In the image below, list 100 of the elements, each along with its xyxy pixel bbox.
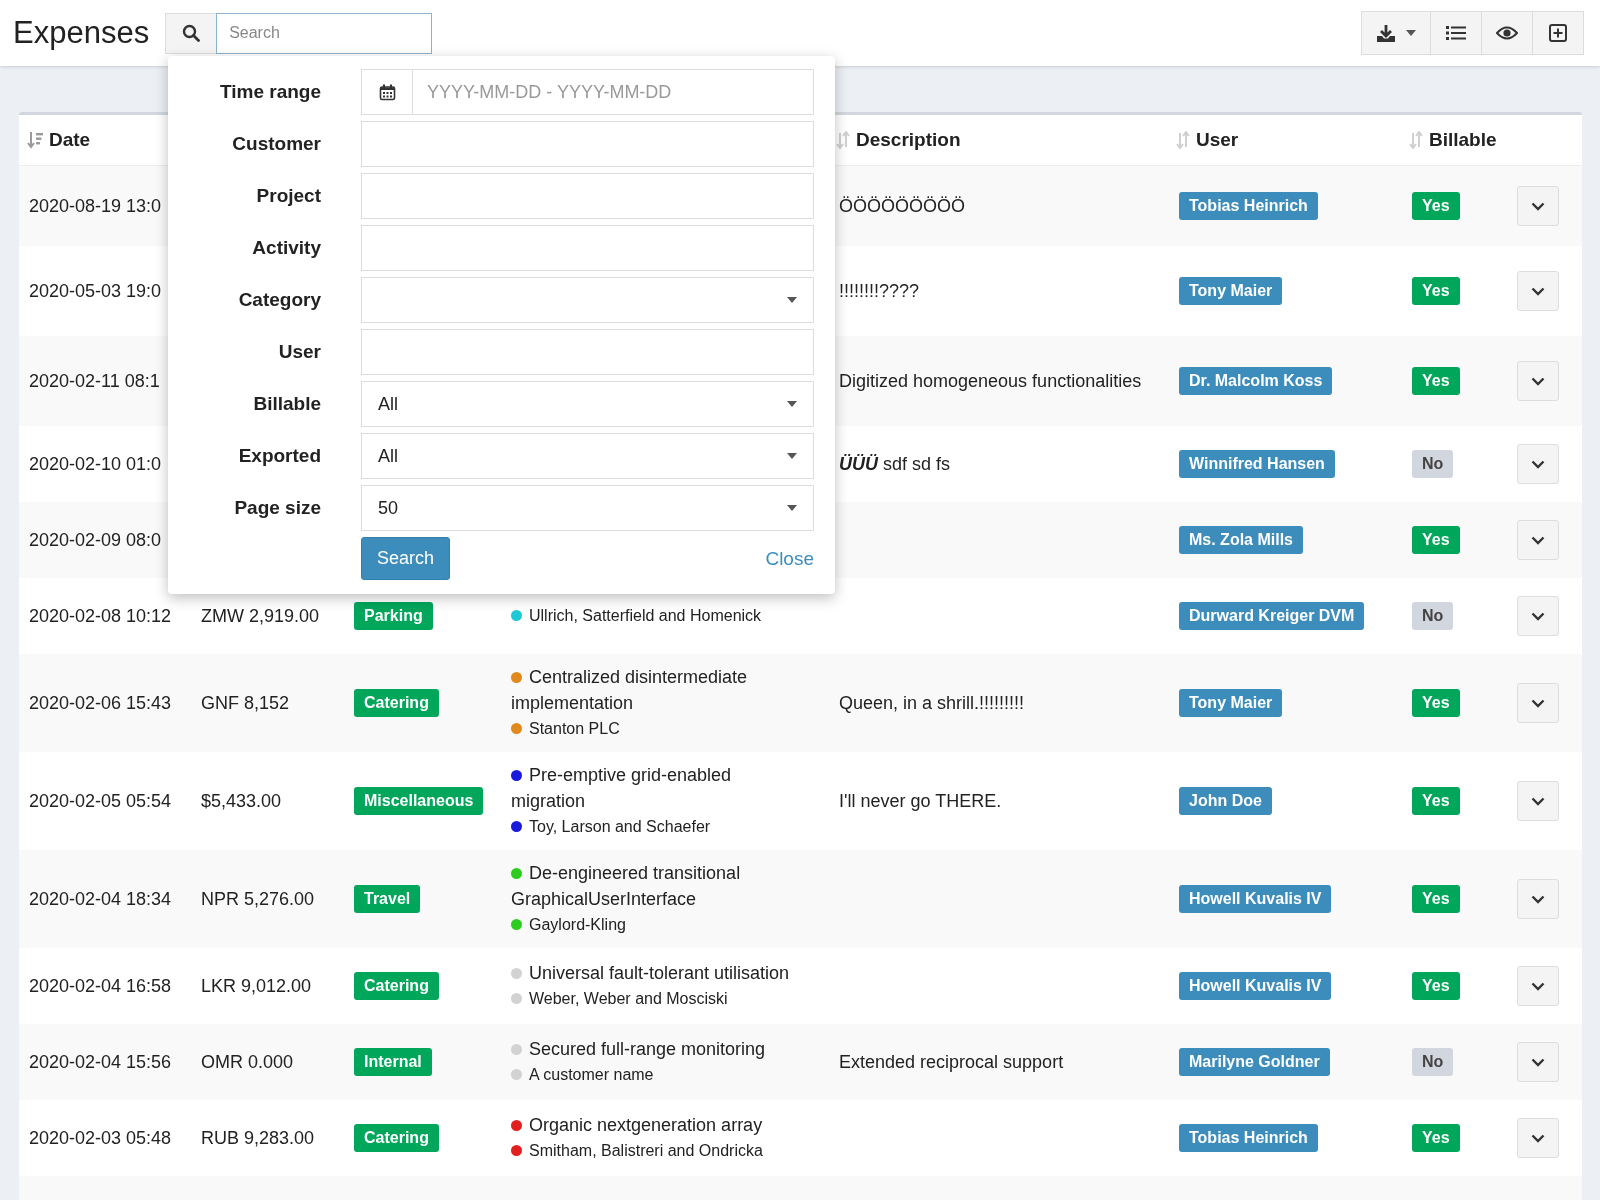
description-text: ÖÖÖÖÖÖÖÖÖ [839, 195, 965, 217]
visibility-button[interactable] [1481, 11, 1533, 55]
select-field[interactable]: All [361, 381, 814, 427]
amount-text: $5,433.00 [201, 790, 282, 812]
row-menu-button[interactable] [1517, 271, 1559, 311]
create-button[interactable] [1532, 11, 1584, 55]
row-menu-button[interactable] [1517, 520, 1559, 560]
description-text: Extended reciprocal support [839, 1051, 1064, 1073]
customer-name: Stanton PLC [529, 720, 620, 737]
field-label: Page size [233, 497, 321, 519]
select-field[interactable]: 50 [361, 485, 814, 531]
date-range-field[interactable]: YYYY-MM-DD - YYYY-MM-DD [361, 69, 814, 115]
select-field[interactable]: All [361, 433, 814, 479]
description-text: I'll never go THERE. [839, 790, 1002, 812]
billable-label: Yes [1412, 689, 1460, 717]
billable-label: No [1412, 450, 1454, 478]
chevron-down-icon [1531, 796, 1545, 806]
customer-name: A customer name [529, 1066, 654, 1083]
field-label: Category [237, 289, 321, 311]
user-label: Marilyne Goldner [1179, 1048, 1330, 1076]
date-text: 2020-02-10 01:0 [29, 453, 162, 475]
caret-icon [1406, 30, 1416, 36]
billable-label: Yes [1412, 972, 1460, 1000]
plus-square-icon [1549, 24, 1567, 42]
project-name: Pre-emptive grid-enabled migration [511, 765, 732, 811]
date-text: 2020-02-04 18:34 [29, 888, 172, 910]
caret-icon [787, 297, 797, 303]
billable-label: Yes [1412, 192, 1460, 220]
row-menu-button[interactable] [1517, 966, 1559, 1006]
date-text: 2020-02-04 16:58 [29, 975, 172, 997]
caret-icon [787, 505, 797, 511]
user-label: Howell Kuvalis IV [1179, 972, 1332, 1000]
user-label: Tobias Heinrich [1179, 1124, 1318, 1152]
date-text: 2020-02-04 15:56 [29, 1051, 172, 1073]
customer-name: Smitham, Balistreri and Ondricka [529, 1142, 763, 1159]
search-button[interactable]: Search [361, 537, 451, 580]
date-text: 2020-02-06 15:43 [29, 692, 172, 714]
column-header[interactable]: Description [836, 129, 961, 151]
row-menu-button[interactable] [1517, 879, 1559, 919]
text-field[interactable] [361, 121, 814, 167]
row-menu-button[interactable] [1517, 361, 1559, 401]
category-label: Catering [354, 689, 439, 717]
search-field[interactable]: Search [216, 12, 433, 54]
description-text: Queen, in a shrill.!!!!!!!!! [839, 692, 1025, 714]
customer-name: Toy, Larson and Schaefer [529, 818, 711, 835]
amount-text: RUB 9,283.00 [201, 1127, 315, 1149]
chevron-down-icon [1531, 376, 1545, 386]
description-text: Digitized homogeneous functionalities [839, 370, 1142, 392]
chevron-down-icon [1531, 1133, 1545, 1143]
text-field[interactable] [361, 225, 814, 271]
column-header[interactable]: Billable [1409, 129, 1497, 151]
row-menu-button[interactable] [1517, 596, 1559, 636]
user-label: Tony Maier [1179, 277, 1283, 305]
text-field[interactable] [361, 329, 814, 375]
row-menu-button[interactable] [1517, 1118, 1559, 1158]
list-view-button[interactable] [1430, 11, 1482, 55]
row-menu-button[interactable] [1517, 1042, 1559, 1082]
select-field[interactable] [361, 277, 814, 323]
chevron-down-icon [1531, 698, 1545, 708]
date-text: 2020-02-05 05:54 [29, 790, 172, 812]
field-label: Billable [252, 393, 321, 415]
caret-icon [787, 453, 797, 459]
category-label: Parking [354, 602, 433, 630]
column-header[interactable]: User [1176, 129, 1239, 151]
page-title: Expenses [13, 15, 150, 51]
field-label: Activity [251, 237, 321, 259]
download-icon [1376, 23, 1396, 43]
project-name: De-engineered transitional GraphicalUserInterface [511, 863, 741, 909]
user-label: Winnifred Hansen [1179, 450, 1335, 478]
amount-text: GNF 8,152 [201, 692, 290, 714]
chevron-down-icon [1531, 894, 1545, 904]
billable-label: Yes [1412, 367, 1460, 395]
project-name: Secured full-range monitoring [529, 1039, 766, 1059]
date-text: 2020-05-03 19:0 [29, 280, 162, 302]
amount-text: LKR 9,012.00 [201, 975, 312, 997]
user-label: Tobias Heinrich [1179, 192, 1318, 220]
customer-name: Gaylord-Kling [529, 916, 626, 933]
description-text: !!!!!!!!???? [839, 280, 920, 302]
eye-icon [1496, 26, 1518, 40]
text-field[interactable] [361, 173, 814, 219]
row-menu-button[interactable] [1517, 781, 1559, 821]
download-button[interactable] [1361, 11, 1431, 55]
billable-label: Yes [1412, 885, 1460, 913]
chevron-down-icon [1531, 981, 1545, 991]
field-label: User [277, 341, 321, 363]
amount-text: OMR 0.000 [201, 1051, 294, 1073]
field-label: Customer [231, 133, 321, 155]
chevron-down-icon [1531, 535, 1545, 545]
category-label: Catering [354, 1124, 439, 1152]
row-menu-button[interactable] [1517, 186, 1559, 226]
user-label: Durward Kreiger DVM [1179, 602, 1365, 630]
search-icon [182, 24, 201, 42]
search-button[interactable] [165, 12, 217, 54]
row-menu-button[interactable] [1517, 683, 1559, 723]
list-icon [1446, 25, 1466, 41]
date-text: 2020-08-19 13:0 [29, 195, 162, 217]
row-menu-button[interactable] [1517, 444, 1559, 484]
close-link[interactable]: Close [765, 547, 814, 570]
column-header[interactable]: Date [27, 129, 91, 151]
date-text: 2020-02-03 05:48 [29, 1127, 172, 1149]
